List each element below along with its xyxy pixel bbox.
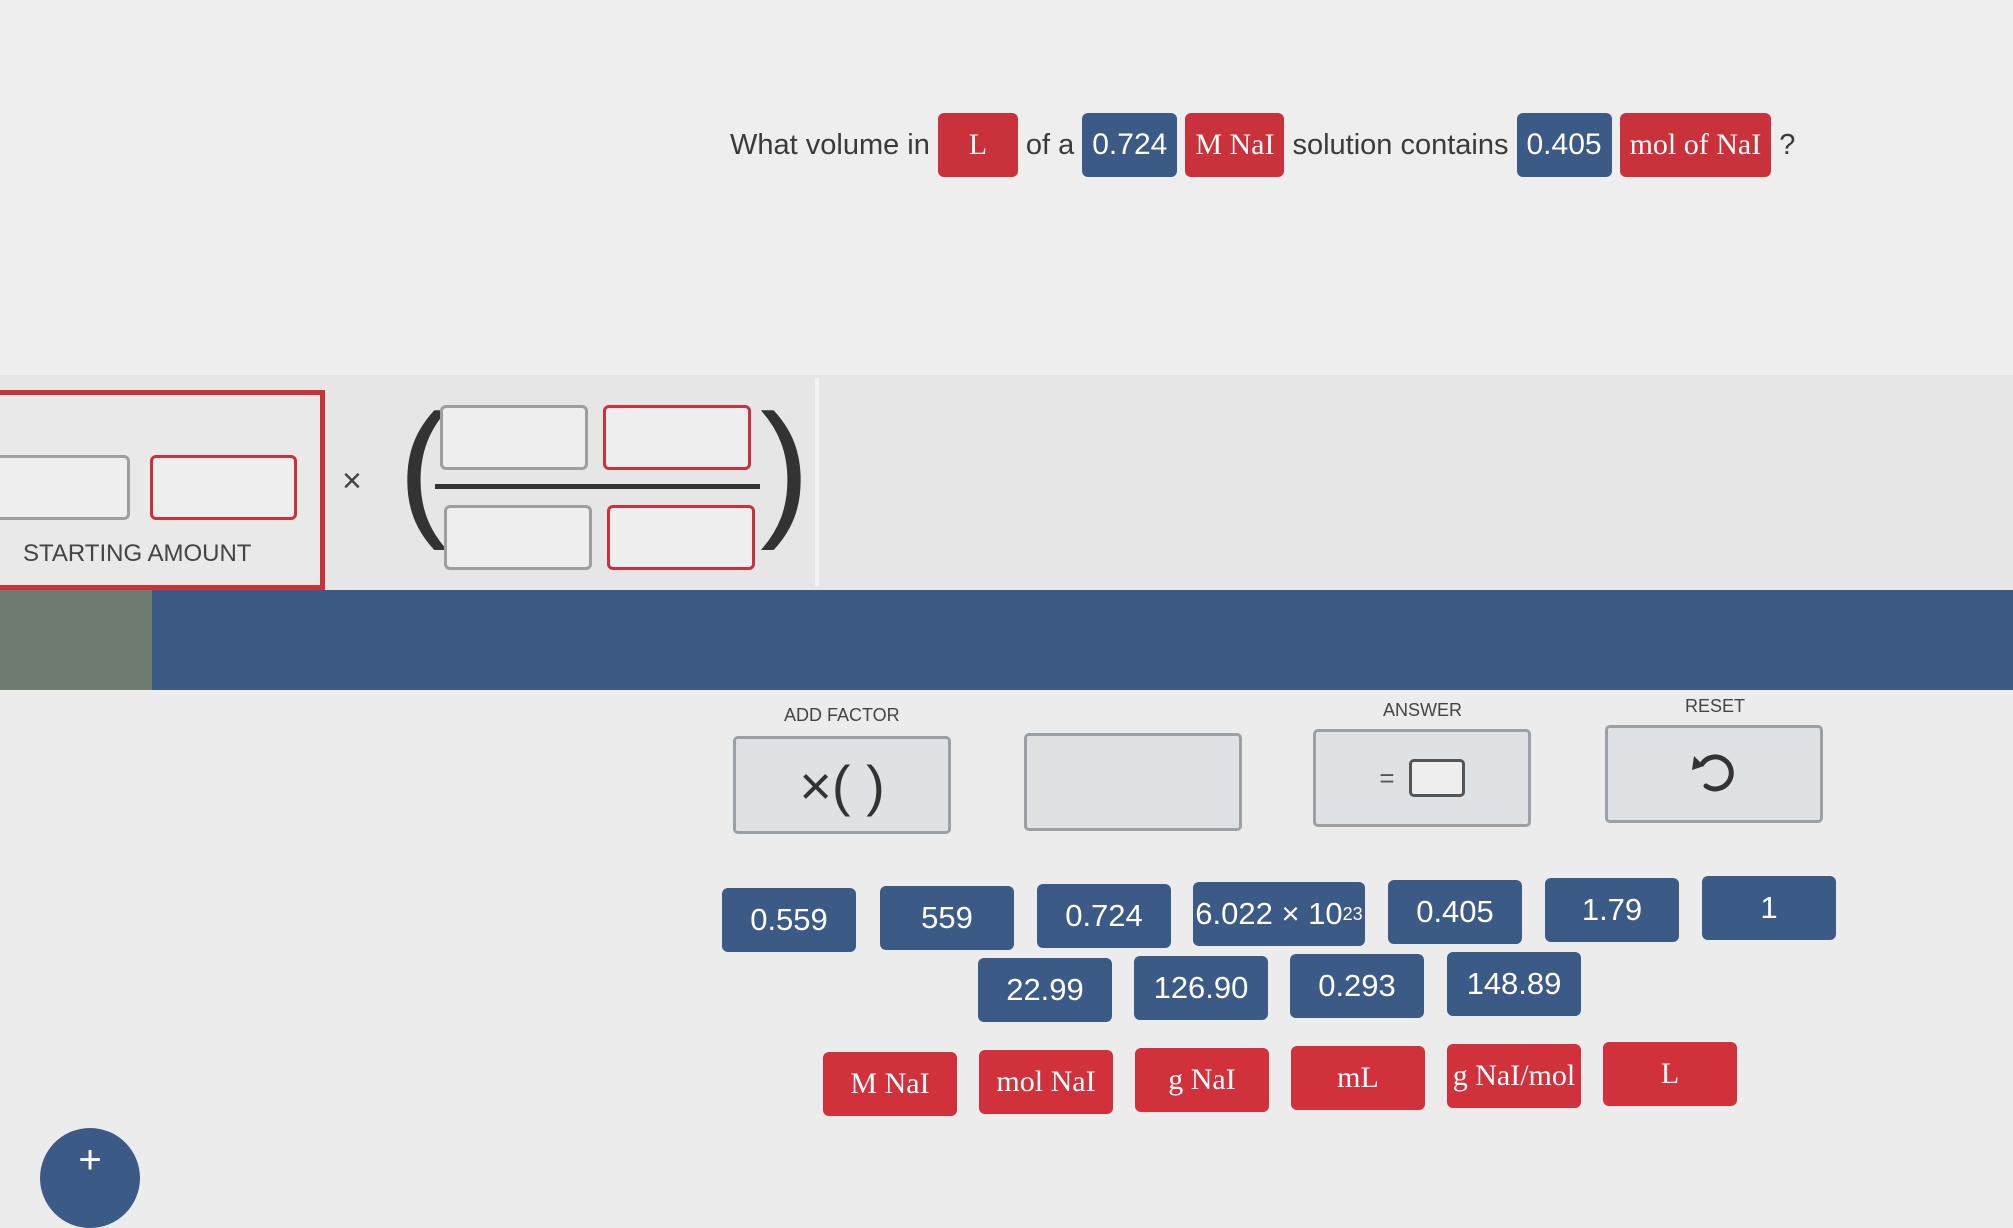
starting-amount-box[interactable]: STARTING AMOUNT — [0, 390, 325, 590]
answer-label: ANSWER — [1383, 700, 1463, 720]
workspace-divider — [815, 378, 819, 586]
starting-amount-label: STARTING AMOUNT — [23, 540, 252, 567]
number-tile[interactable]: 0.559 — [722, 888, 856, 952]
add-factor-button[interactable]: ×( ) — [733, 736, 951, 834]
answer-box[interactable]: = — [1313, 729, 1531, 827]
numerator-unit-slot[interactable] — [603, 405, 751, 470]
number-tile[interactable]: 22.99 — [978, 958, 1112, 1022]
unit-tile[interactable]: L — [1603, 1042, 1737, 1106]
blue-band — [0, 590, 2013, 690]
question-solution-contains: solution contains — [1292, 128, 1509, 161]
sci-exponent: 23 — [1342, 903, 1363, 924]
amount-value-chip: 0.405 — [1516, 113, 1612, 177]
question-mark: ? — [1779, 128, 1796, 161]
band-left-segment — [0, 590, 152, 690]
number-tile[interactable]: 1 — [1702, 876, 1836, 940]
question-text: What volume in L of a 0.724 M NaI soluti… — [730, 110, 1795, 180]
add-button[interactable]: + — [40, 1128, 140, 1228]
denominator-value-slot[interactable] — [444, 505, 592, 570]
starting-unit-slot[interactable] — [150, 455, 297, 520]
number-tile[interactable]: 1.79 — [1545, 878, 1679, 942]
reset-button[interactable] — [1605, 725, 1823, 823]
times-symbol: × — [342, 462, 362, 500]
plus-icon: + — [78, 1138, 102, 1182]
add-factor-symbol: ×( ) — [799, 753, 885, 817]
number-tile[interactable]: 126.90 — [1134, 956, 1268, 1020]
number-tile-avogadro[interactable]: 6.022 × 10 23 — [1193, 882, 1365, 946]
number-tile[interactable]: 0.724 — [1037, 884, 1171, 948]
undo-arrow-icon — [1686, 744, 1742, 805]
amount-unit-chip: mol of NaI — [1619, 113, 1772, 177]
starting-value-slot[interactable] — [0, 455, 130, 520]
sci-mantissa: 6.022 × 10 — [1195, 896, 1343, 931]
question-area: What volume in L of a 0.724 M NaI soluti… — [0, 0, 2013, 380]
unit-tile[interactable]: mL — [1291, 1046, 1425, 1110]
target-unit-chip: L — [937, 113, 1018, 177]
reset-label: RESET — [1685, 696, 1746, 716]
number-tile[interactable]: 559 — [880, 886, 1014, 950]
question-of-a: of a — [1025, 128, 1075, 161]
unit-tile[interactable]: g NaI — [1135, 1048, 1269, 1112]
unit-tile[interactable]: g NaI/mol — [1447, 1044, 1581, 1108]
empty-factor-box[interactable] — [1024, 733, 1242, 831]
question-prefix: What volume in — [730, 128, 930, 161]
fraction-line — [435, 484, 760, 489]
number-tile[interactable]: 148.89 — [1447, 952, 1581, 1016]
right-paren: ) — [760, 383, 810, 551]
unit-tile[interactable]: M NaI — [823, 1052, 957, 1116]
number-tile[interactable]: 0.293 — [1290, 954, 1424, 1018]
answer-equals: = — [1379, 762, 1395, 793]
add-factor-label: ADD FACTOR — [784, 705, 900, 725]
unit-tile[interactable]: mol NaI — [979, 1050, 1113, 1114]
numerator-value-slot[interactable] — [440, 405, 588, 470]
molarity-unit-chip: M NaI — [1185, 113, 1285, 177]
denominator-unit-slot[interactable] — [607, 505, 755, 570]
answer-slot[interactable] — [1408, 759, 1465, 797]
number-tile[interactable]: 0.405 — [1388, 880, 1522, 944]
molarity-value-chip: 0.724 — [1082, 113, 1178, 177]
